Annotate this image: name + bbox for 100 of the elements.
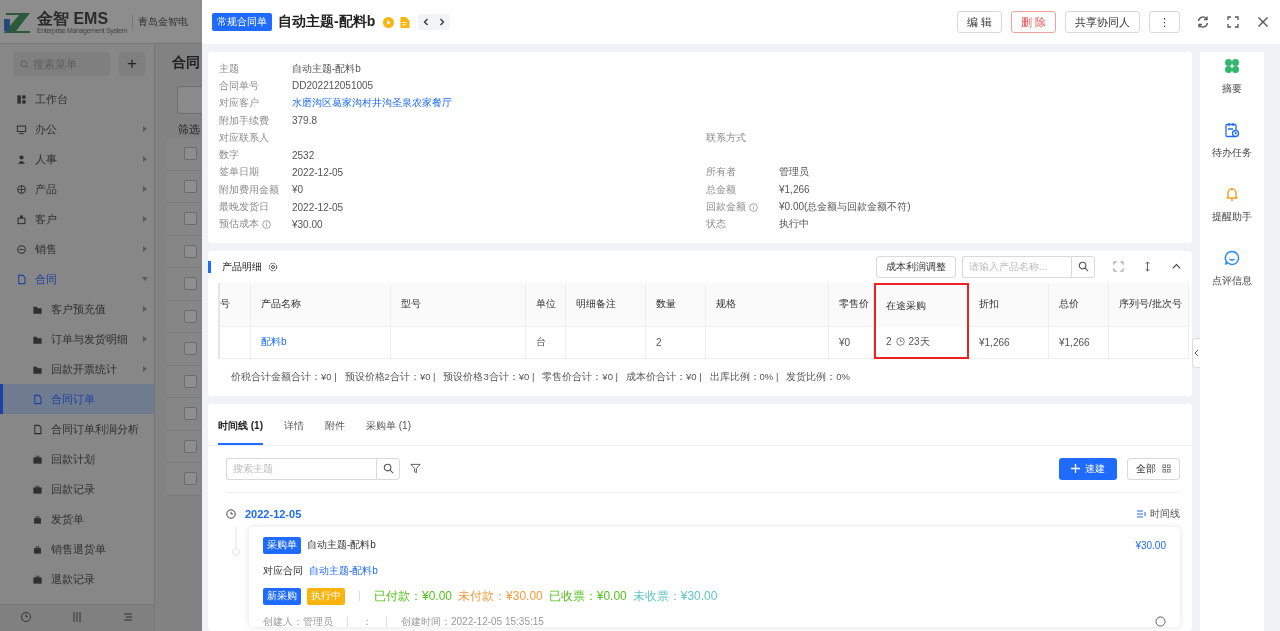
clover-icon [1224,58,1240,74]
field-value: ¥0.00(总金额与回款金额不符) [779,200,912,214]
action-button[interactable]: ⋮ [1149,11,1180,33]
row-checkbox[interactable] [184,244,197,258]
field-label: 总金额 [706,182,736,197]
customer-link[interactable]: 水磨沟区葛家沟村井沟圣泉农家餐厅 [292,96,706,111]
search-button[interactable] [1071,255,1095,278]
side-panel-button[interactable]: 摘要 [1222,58,1242,122]
row-checkbox[interactable] [184,212,197,226]
side-panel-button[interactable]: 待办任务 [1212,122,1252,186]
minus-circle-icon [16,243,27,255]
field-label: 主题 [219,61,239,76]
fullscreen-icon[interactable] [1113,261,1124,273]
menu-item[interactable]: 合同 [0,264,154,294]
menu-item[interactable]: 发货单 [0,504,154,534]
tab[interactable]: 详情 [284,418,304,445]
field-value: 执行中 [779,217,810,232]
menu-item[interactable]: 回款计划 [0,444,154,474]
menu-item[interactable]: 合同订单利润分析 [0,414,154,444]
sliders-icon[interactable] [71,611,83,623]
menu-item[interactable]: 合同订单 [0,384,154,414]
menu-item[interactable]: 工作台 [0,84,154,114]
search-field[interactable] [177,86,202,114]
document-icon [32,423,43,435]
row-checkbox[interactable] [184,472,197,486]
quick-create-button[interactable]: 速建 [1059,457,1117,480]
document-icon [32,393,43,405]
timeline-entry-card[interactable]: 采购单 自动主题-配料b ¥30.00 对应合同 自动主题-配料b 新采购 执行中 已付款：¥0.00 未付款：¥30.00 已收票：¥0.00 未收票：¥30.00 创建人：管理员 ： 创建时间：2022-12-05 15:35:15 [249,526,1180,627]
play-icon[interactable] [383,16,395,28]
side-panel-button[interactable]: 点评信息 [1212,250,1252,314]
menu-item[interactable]: 产品 [0,174,154,204]
cost-adjust-button[interactable]: 成本利润调整 [876,255,956,278]
menu-item[interactable]: 销售 [0,234,154,264]
menu-icon[interactable] [122,611,135,623]
field-value: 管理员 [779,165,810,180]
table-cell: ¥1,266 [969,326,1049,359]
menu-item[interactable]: 客户 [0,204,154,234]
menu-item[interactable]: 回款开票统计 [0,354,154,384]
field-label: 状态 [706,217,726,232]
row-checkbox[interactable] [184,277,197,291]
status-tag: 执行中 [307,587,345,605]
row-checkbox[interactable] [184,439,197,453]
menu-item[interactable]: 回款记录 [0,474,154,504]
menu-item[interactable]: 销售退货单 [0,534,154,564]
type-tag: 采购单 [263,536,301,554]
menu-item[interactable]: 客户预充值 [0,294,154,324]
settings-icon[interactable] [268,261,278,272]
timeline-line [231,526,241,557]
tab[interactable]: 附件 [325,418,345,445]
payment-stat: 未收票：¥30.00 [632,587,718,605]
vertical-arrows-icon[interactable] [1142,261,1153,273]
menu-item[interactable]: 办公 [0,114,154,144]
all-button[interactable]: 全部 [1127,457,1180,480]
field-value: 自动主题-配料b [292,61,362,76]
fullscreen-icon[interactable] [1226,15,1240,29]
close-icon[interactable] [1256,15,1270,29]
column-header: 折扣 [969,282,1049,327]
row-checkbox[interactable] [184,179,197,193]
menu-item[interactable]: 订单与发货明细 [0,324,154,354]
column-header: 产品名称 [251,282,391,327]
document-icon[interactable] [400,16,411,28]
column-header: 规格 [706,282,829,327]
filter-icon[interactable] [410,463,421,475]
column-header: 单位 [526,282,566,327]
refresh-icon[interactable] [1196,15,1210,29]
menu-item[interactable]: 退款记录 [0,564,154,594]
side-panel-button[interactable]: 提醒助手 [1212,186,1252,250]
menu-item[interactable]: 人事 [0,144,154,174]
action-button[interactable]: 编 辑 [956,11,1002,33]
payment-stat: 未付款：¥30.00 [458,587,543,605]
person-icon [16,153,27,165]
field-label: 数字 [219,148,239,163]
tab[interactable]: 时间线 (1) [218,418,263,445]
briefcase-icon [32,453,43,465]
record-title: 自动主题-配料b [278,13,376,31]
search-button[interactable] [376,457,400,480]
logo-title: 金智 EMS [37,9,110,27]
grid-icon [1162,464,1171,474]
page-title: 合同 [172,54,200,70]
row-checkbox[interactable] [184,342,197,356]
field-value: 2022-12-05 [292,166,345,178]
action-button[interactable]: 共享协同人 [1065,11,1140,33]
tab[interactable]: 采购单 (1) [366,418,411,445]
collapse-handle[interactable] [1192,338,1200,368]
row-checkbox[interactable] [184,407,197,421]
row-checkbox[interactable] [184,147,197,161]
timeline-date: 2022-12-05 [245,507,302,520]
column-header: 零售价 [829,282,874,327]
history-icon[interactable] [19,611,32,623]
column-header: 总价 [1049,282,1109,327]
chevron-left-icon [422,18,431,26]
chevron-left-icon [1194,349,1199,357]
row-checkbox[interactable] [184,309,197,323]
view-label[interactable]: 时间线 [1150,506,1180,521]
add-button[interactable]: + [119,52,145,76]
row-checkbox[interactable] [184,374,197,388]
contract-link[interactable]: 自动主题-配料b [309,563,378,578]
delete-button[interactable]: 删 除 [1010,11,1056,33]
column-header: 在途采购 [874,282,969,327]
product-link[interactable]: 配料b [261,335,287,350]
